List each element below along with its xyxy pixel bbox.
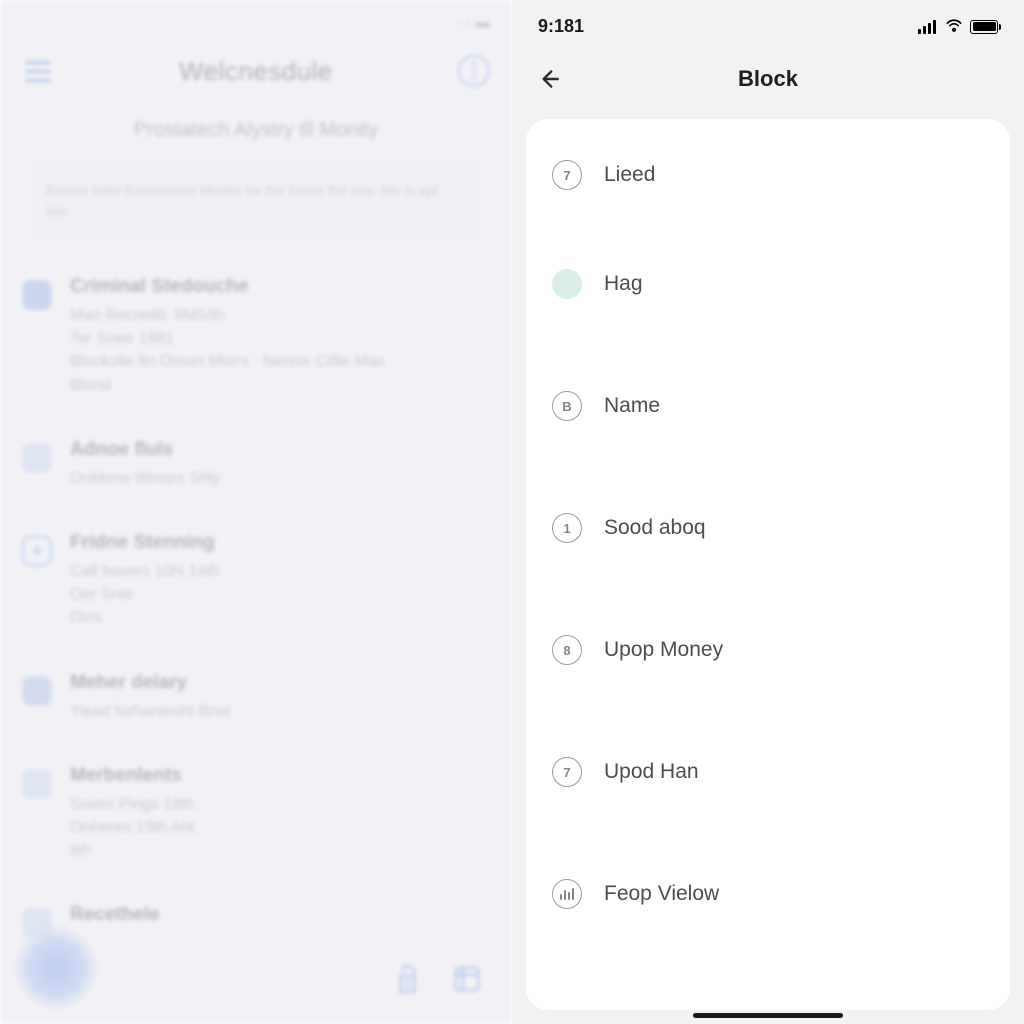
item-label: Feop Vielow [604, 882, 719, 906]
left-info-card: Bowns lintel Emserment Modes be the bome… [30, 162, 482, 240]
feed-title: Adnoe fluls [70, 439, 220, 461]
feed-item[interactable]: Adnoe fluls Onldone Winors Shly [22, 423, 490, 516]
list-item[interactable]: B Name [526, 345, 1010, 467]
page-title: Block [530, 66, 1006, 92]
battery-icon [970, 20, 998, 34]
status-time: 9:181 [538, 16, 584, 37]
item-label: Hag [604, 272, 643, 296]
tool-icon-2[interactable] [450, 962, 484, 1004]
feed-title: Meher delary [70, 672, 230, 694]
feed-icon [22, 443, 52, 473]
home-indicator[interactable] [693, 1013, 843, 1018]
feed-item[interactable]: Criminal Stedouche Man Recredit: 9MS/th … [22, 260, 490, 423]
feed-title: Merbenlents [70, 765, 195, 787]
background-screen: ◦ ◦ ▬ Welcnesdule Prostatech Alystry tll… [0, 0, 512, 1024]
left-status-right: ◦ ◦ ▬ [456, 14, 490, 31]
feed-icon [22, 676, 52, 706]
header: Block [512, 43, 1024, 119]
list-item[interactable]: Feop Vielow [526, 833, 1010, 955]
feed-icon [22, 280, 52, 310]
item-label: Name [604, 394, 660, 418]
item-label: Upop Money [604, 638, 723, 662]
status-bar: 9:181 [512, 0, 1024, 43]
item-label: Upod Han [604, 760, 699, 784]
plus-icon[interactable]: + [22, 536, 52, 566]
feed-title: Criminal Stedouche [70, 276, 385, 298]
item-icon: 1 [552, 513, 582, 543]
feed-body: Call bovers 10N 14th Oer Snte Dins [70, 560, 219, 630]
feed-body: Yiead forhanteshi Bnol [70, 700, 230, 723]
left-bottom-toolbar [392, 962, 484, 1004]
tool-icon-1[interactable] [392, 962, 426, 1004]
item-icon: 7 [552, 160, 582, 190]
feed-body: Onldone Winors Shly [70, 467, 220, 490]
left-subtitle: Prostatech Alystry tll Monity [0, 119, 512, 142]
list-item[interactable]: 1 Sood aboq [526, 467, 1010, 589]
more-icon[interactable] [458, 55, 490, 87]
foreground-screen: 9:181 Block 7 Lieed Hag B Name 1 S [512, 0, 1024, 1024]
signal-icon [918, 20, 938, 34]
block-list: 7 Lieed Hag B Name 1 Sood aboq 8 Upop Mo… [526, 119, 1010, 1010]
status-right [918, 16, 998, 37]
item-label: Lieed [604, 163, 655, 187]
left-status-bar: ◦ ◦ ▬ [0, 0, 512, 37]
feed-title: Fridne Stenning [70, 532, 219, 554]
feed-title: Recethele [70, 904, 160, 926]
item-icon: 8 [552, 635, 582, 665]
fab-button[interactable] [14, 926, 98, 1010]
wifi-icon [944, 16, 964, 37]
left-title: Welcnesdule [179, 56, 333, 87]
feed-item[interactable]: Meher delary Yiead forhanteshi Bnol [22, 656, 490, 749]
feed-item[interactable]: + Fridne Stenning Call bovers 10N 14th O… [22, 516, 490, 656]
list-item[interactable]: 7 Lieed [526, 127, 1010, 223]
feed-body: Man Recredit: 9MS/th Ter Snee 1881 Block… [70, 304, 385, 397]
feed-item[interactable]: Merbenlents Soves Pings 18th Onheres 19t… [22, 749, 490, 889]
feed-body: Soves Pings 18th Onheres 19th Aht itth [70, 793, 195, 863]
item-icon: B [552, 391, 582, 421]
item-icon [552, 879, 582, 909]
item-icon: 7 [552, 757, 582, 787]
item-icon [552, 269, 582, 299]
left-feed: Criminal Stedouche Man Recredit: 9MS/th … [0, 260, 512, 964]
left-header: Welcnesdule [0, 37, 512, 91]
list-item[interactable]: Hag [526, 223, 1010, 345]
feed-icon [22, 769, 52, 799]
menu-icon[interactable] [22, 55, 54, 87]
item-label: Sood aboq [604, 516, 706, 540]
list-item[interactable]: 8 Upop Money [526, 589, 1010, 711]
list-item[interactable]: 7 Upod Han [526, 711, 1010, 833]
